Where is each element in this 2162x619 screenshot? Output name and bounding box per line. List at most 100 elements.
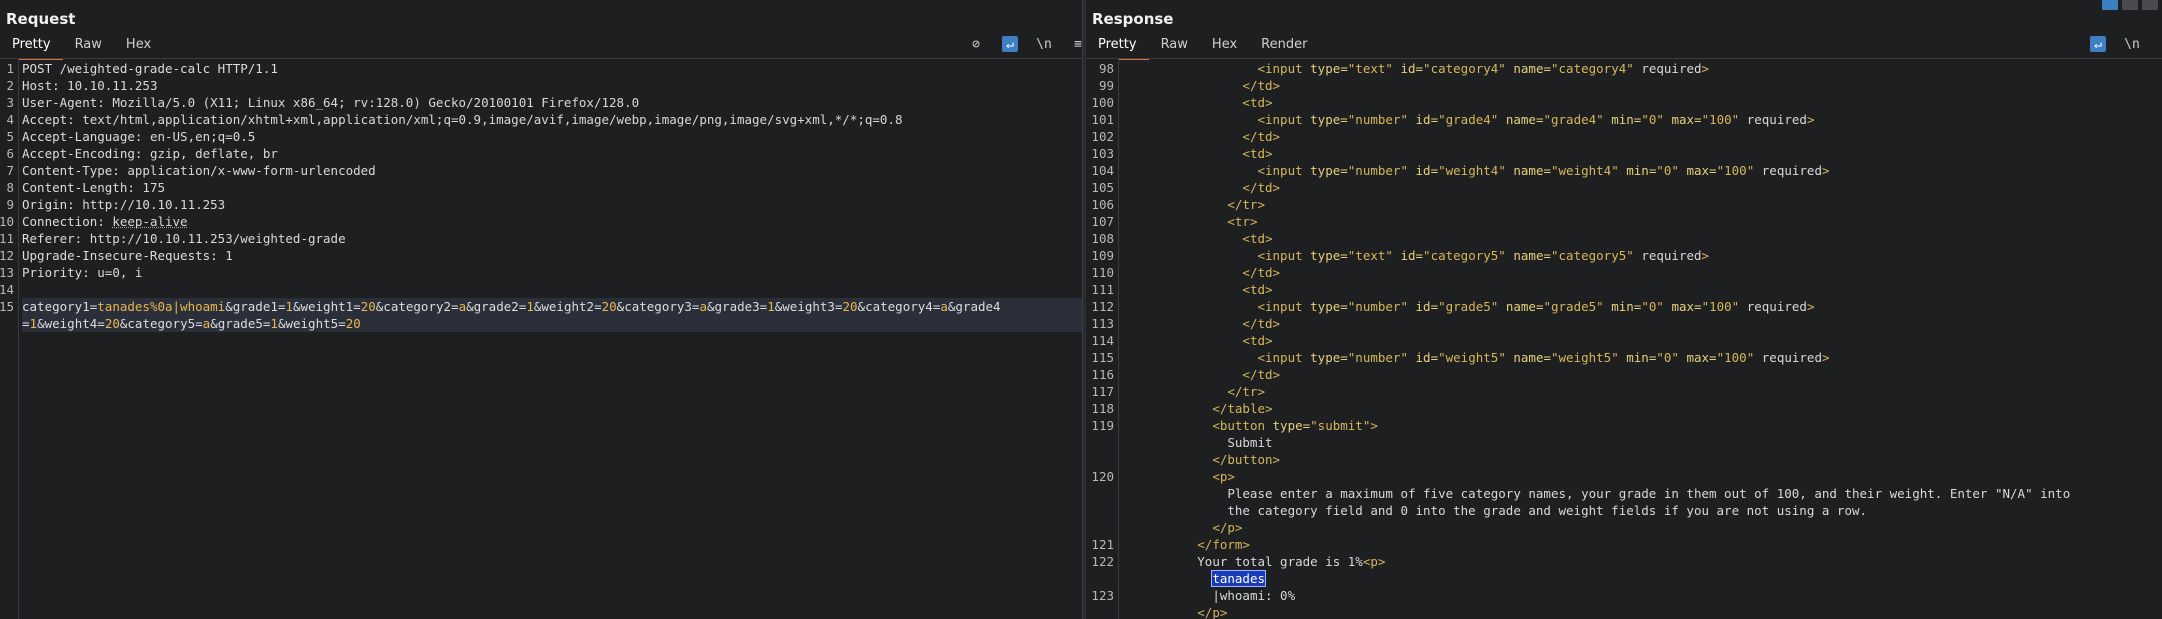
html-token: >	[1806, 112, 1815, 127]
response-text: Please enter a maximum of five category …	[1227, 486, 2071, 501]
header-value: text/html,application/xhtml+xml,applicat…	[82, 112, 903, 127]
layout-single-icon[interactable]	[2142, 0, 2158, 10]
html-token: "weight5"	[1551, 350, 1619, 365]
line-number: 114	[1091, 333, 1114, 348]
html-token: >	[1272, 316, 1281, 331]
html-token: required	[1746, 299, 1807, 314]
line-number: 2	[6, 78, 14, 93]
html-token: "grade5"	[1438, 299, 1499, 314]
response-code[interactable]: <input type="text" id="category4" name="…	[1122, 59, 2162, 619]
html-token: min=	[1603, 112, 1642, 127]
html-token: <input	[1257, 163, 1303, 178]
tab-render[interactable]: Render	[1249, 34, 1319, 58]
param-token: category5	[127, 316, 196, 331]
html-token: <p	[1212, 469, 1228, 484]
param-token: tanades%0a|whoami	[97, 299, 226, 314]
request-title: Request	[6, 10, 76, 28]
word-wrap-icon[interactable]: ↵	[2090, 36, 2106, 52]
line-number: 1	[6, 61, 14, 76]
param-token: category1	[22, 299, 90, 314]
code-line: </td>	[1122, 315, 2162, 332]
newline-icon[interactable]: \n	[1036, 36, 1052, 52]
tab-pretty[interactable]: Pretty	[1086, 34, 1149, 60]
request-line: POST /weighted-grade-calc HTTP/1.1	[22, 61, 278, 76]
line-number: 122	[1091, 554, 1114, 569]
param-token: &	[857, 299, 866, 314]
html-token: type=	[1302, 61, 1348, 76]
html-token: >	[1272, 78, 1281, 93]
html-token: >	[1370, 418, 1378, 433]
html-token: >	[1234, 520, 1243, 535]
tab-hex[interactable]: Hex	[114, 34, 163, 58]
selected-text[interactable]: tanades	[1211, 570, 1266, 587]
param-token: 1	[270, 316, 278, 331]
html-token: "100"	[1716, 350, 1755, 365]
param-token: &	[466, 299, 474, 314]
html-token	[1754, 350, 1762, 365]
line-number: 103	[1091, 146, 1114, 161]
html-token: <button	[1212, 418, 1265, 433]
layout-horizontal-icon[interactable]	[2122, 0, 2138, 10]
html-token: max=	[1678, 163, 1717, 178]
param-token: &	[37, 316, 45, 331]
header-name: Host:	[22, 78, 68, 93]
tab-raw[interactable]: Raw	[1149, 34, 1200, 58]
response-editor[interactable]: 98 99 100 101 102 103 104 105 106 107 108 109 110 111…	[1086, 59, 2162, 619]
html-token: >	[1257, 197, 1265, 212]
tab-raw[interactable]: Raw	[63, 34, 114, 58]
html-token: "category5"	[1551, 248, 1634, 263]
html-token: >	[1272, 180, 1281, 195]
code-line: </p>	[1122, 519, 2162, 536]
newline-icon[interactable]: \n	[2124, 36, 2140, 52]
html-token: id=	[1408, 163, 1439, 178]
html-token: </tr	[1227, 384, 1258, 399]
code-line: <td>	[1122, 230, 2162, 247]
request-editor[interactable]: 1 2 3 4 5 6 7 8 9 10 11 12 13 14 15 POST /weighted-gra…	[0, 59, 1082, 619]
html-token: required	[1761, 350, 1822, 365]
header-name: User-Agent:	[22, 95, 113, 110]
param-token: a	[940, 299, 948, 314]
word-wrap-icon[interactable]: ↵	[1002, 36, 1018, 52]
code-line: </td>	[1122, 179, 2162, 196]
code-line: Content-Length: 175	[22, 179, 1082, 196]
line-number: 102	[1091, 129, 1114, 144]
header-value: gzip, deflate, br	[149, 146, 278, 161]
html-token: </tr	[1227, 197, 1258, 212]
tab-pretty[interactable]: Pretty	[0, 34, 63, 60]
request-code[interactable]: POST /weighted-grade-calc HTTP/1.1 Host: …	[22, 59, 1082, 619]
tab-hex[interactable]: Hex	[1200, 34, 1249, 58]
html-token: </p	[1197, 605, 1220, 619]
code-line: </form>	[1122, 536, 2162, 553]
html-token: name=	[1498, 299, 1544, 314]
param-token: 1	[285, 299, 293, 314]
html-token: <input	[1257, 61, 1303, 76]
code-line: POST /weighted-grade-calc HTTP/1.1	[22, 60, 1082, 77]
html-token: required	[1641, 248, 1702, 263]
header-value: 1	[225, 248, 233, 263]
line-number: 8	[6, 180, 14, 195]
menu-icon[interactable]: ≡	[2158, 36, 2162, 52]
code-line: <td>	[1122, 94, 2162, 111]
code-line: <td>	[1122, 332, 2162, 349]
html-token: type=	[1302, 112, 1348, 127]
layout-split-icon[interactable]	[2102, 0, 2118, 10]
html-token: min=	[1618, 163, 1657, 178]
line-number: 6	[6, 146, 14, 161]
code-line: <p>	[1122, 468, 2162, 485]
html-token: >	[1272, 129, 1281, 144]
header-name: Accept-Language:	[22, 129, 150, 144]
html-token: >	[1249, 214, 1258, 229]
eye-off-icon[interactable]: ⊘	[968, 36, 984, 52]
code-line: Host: 10.10.11.253	[22, 77, 1082, 94]
param-token: category3	[624, 299, 692, 314]
code-line: Submit	[1122, 434, 2162, 451]
